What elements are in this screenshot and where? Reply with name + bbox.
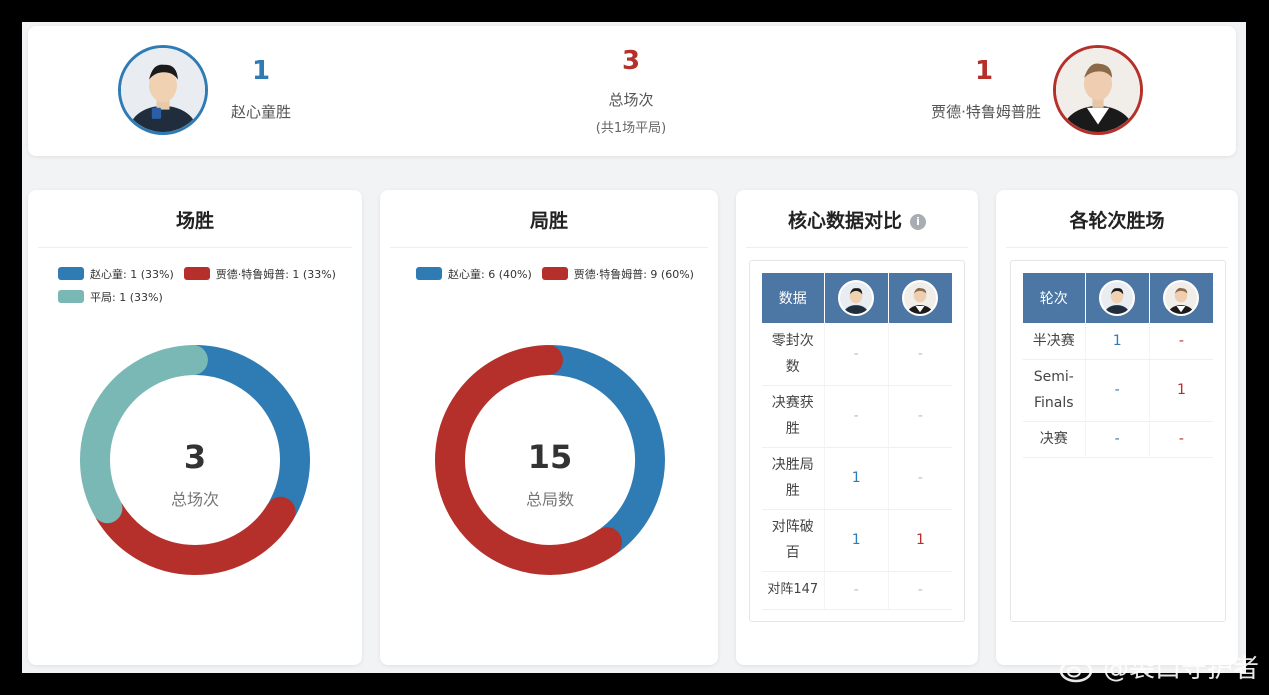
stat-label: 对阵147 <box>762 571 825 610</box>
left-value: - <box>824 385 889 448</box>
core-stats-title-text: 核心数据对比 <box>787 210 902 232</box>
legend-swatch-blue <box>416 267 442 280</box>
core-stats-card: 核心数据对比 i 数据 零封次数 - - 决赛获胜 - - 决胜局胜 1 - 对… <box>736 190 978 665</box>
right-value: - <box>888 571 952 610</box>
legend-swatch-teal <box>58 290 84 303</box>
donut-center-value: 3 <box>183 438 207 476</box>
legend-item-zhao[interactable]: 赵心童: 1 (33%) <box>58 266 174 282</box>
head-to-head-summary: 1 赵心童胜 3 总场次 (共1场平局) 1 贾德·特鲁姆普胜 <box>28 26 1236 156</box>
left-value: - <box>824 323 889 386</box>
left-player-wins-label: 赵心童胜 <box>230 103 291 121</box>
legend-label: 平局: 1 (33%) <box>90 290 163 304</box>
match-wins-card: 场胜 赵心童: 1 (33%) 贾德·特鲁姆普: 1 (33%) 平局: 1 (… <box>28 190 362 665</box>
right-player-wins-label: 贾德·特鲁姆普胜 <box>931 103 1041 121</box>
legend-label: 赵心童: 6 (40%) <box>448 267 532 281</box>
weibo-icon <box>1059 653 1097 682</box>
donut-slice-2[interactable] <box>94 496 296 575</box>
watermark-text: @袋口守护者 <box>1102 654 1259 684</box>
round-wins-table-panel: 轮次 半决赛 1 - Semi- Finals - 1 决赛 - - <box>1010 260 1226 622</box>
frame-wins-title: 局胜 <box>390 190 708 248</box>
stat-label: 决赛获胜 <box>762 385 825 448</box>
table-row: Semi- Finals - 1 <box>1023 359 1213 422</box>
legend-item-draw[interactable]: 平局: 1 (33%) <box>58 289 163 305</box>
col-header-right-player <box>888 273 952 323</box>
col-header-left-player <box>824 273 889 323</box>
player-left-avatar-small <box>838 280 875 316</box>
player-right-avatar <box>1053 45 1143 135</box>
right-player-wins: 1 <box>974 56 994 86</box>
right-value: - <box>1149 421 1213 458</box>
round-label: 决赛 <box>1023 421 1086 458</box>
right-value: 1 <box>1149 359 1213 422</box>
legend-label: 贾德·特鲁姆普: 9 (60%) <box>573 267 694 281</box>
match-wins-legend: 赵心童: 1 (33%) 贾德·特鲁姆普: 1 (33%) 平局: 1 (33%… <box>58 262 346 308</box>
left-value: 1 <box>824 447 889 510</box>
frame-wins-card: 局胜 赵心童: 6 (40%) 贾德·特鲁姆普: 9 (60%) 15 总局数 <box>380 190 718 665</box>
table-row: 对阵破百 1 1 <box>762 509 952 572</box>
left-value: 1 <box>1085 323 1150 360</box>
legend-item-trump[interactable]: 贾德·特鲁姆普: 1 (33%) <box>183 266 336 282</box>
round-wins-card: 各轮次胜场 轮次 半决赛 1 - Semi- Finals - 1 决赛 - - <box>996 190 1238 665</box>
legend-item-trump[interactable]: 贾德·特鲁姆普: 9 (60%) <box>541 266 694 282</box>
round-label: Semi- Finals <box>1023 359 1086 422</box>
left-value: - <box>1085 359 1150 422</box>
match-wins-title: 场胜 <box>38 190 352 248</box>
table-row: 决赛 - - <box>1023 421 1213 458</box>
left-player-wins: 1 <box>251 56 271 86</box>
table-row: 对阵147 - - <box>762 571 952 610</box>
left-value: 1 <box>824 509 889 572</box>
frame-wins-legend: 赵心童: 6 (40%) 贾德·特鲁姆普: 9 (60%) <box>416 262 704 285</box>
stat-label: 零封次数 <box>762 323 825 386</box>
total-matches-label: 总场次 <box>608 91 654 109</box>
draws-note: (共1场平局) <box>595 121 667 136</box>
round-wins-table: 轮次 半决赛 1 - Semi- Finals - 1 决赛 - - <box>1023 273 1213 458</box>
table-row: 决胜局胜 1 - <box>762 447 952 510</box>
legend-swatch-red <box>183 267 210 280</box>
watermark: @袋口守护者 <box>1059 648 1259 685</box>
donut-center-value: 15 <box>527 438 573 476</box>
core-stats-title: 核心数据对比 i <box>746 190 968 248</box>
round-wins-title: 各轮次胜场 <box>1006 190 1228 248</box>
total-matches: 3 <box>621 46 641 76</box>
left-value: - <box>1085 421 1150 458</box>
stat-label: 决胜局胜 <box>762 447 825 510</box>
right-value: - <box>888 323 952 386</box>
donut-center-label: 总场次 <box>170 490 219 509</box>
core-stats-table-panel: 数据 零封次数 - - 决赛获胜 - - 决胜局胜 1 - 对阵破百 1 1 对… <box>749 260 965 622</box>
legend-label: 贾德·特鲁姆普: 1 (33%) <box>215 267 336 281</box>
player-left-avatar-small <box>1099 280 1136 316</box>
right-value: 1 <box>888 509 952 572</box>
col-header-right-player <box>1149 273 1213 323</box>
player-right-avatar-small <box>902 280 939 316</box>
right-value: - <box>888 385 952 448</box>
donut-center-label: 总局数 <box>525 490 574 509</box>
info-icon[interactable]: i <box>910 213 926 230</box>
legend-swatch-red <box>541 267 568 280</box>
right-value: - <box>1149 323 1213 360</box>
table-row: 半决赛 1 - <box>1023 323 1213 360</box>
col-header-left-player <box>1085 273 1150 323</box>
col-header-stat: 数据 <box>762 273 825 323</box>
left-value: - <box>824 571 889 610</box>
col-header-round: 轮次 <box>1023 273 1086 323</box>
page-frame: 1 赵心童胜 3 总场次 (共1场平局) 1 贾德·特鲁姆普胜 场胜 赵心童: <box>22 22 1246 673</box>
right-value: - <box>888 447 952 510</box>
player-right-avatar-small <box>1163 280 1200 316</box>
legend-label: 赵心童: 1 (33%) <box>90 267 174 281</box>
legend-swatch-blue <box>58 267 84 280</box>
table-row: 决赛获胜 - - <box>762 385 952 448</box>
legend-item-zhao[interactable]: 赵心童: 6 (40%) <box>416 266 532 282</box>
round-label: 半决赛 <box>1023 323 1086 360</box>
core-stats-table: 数据 零封次数 - - 决赛获胜 - - 决胜局胜 1 - 对阵破百 1 1 对… <box>762 273 952 610</box>
stat-label: 对阵破百 <box>762 509 825 572</box>
table-row: 零封次数 - - <box>762 323 952 386</box>
